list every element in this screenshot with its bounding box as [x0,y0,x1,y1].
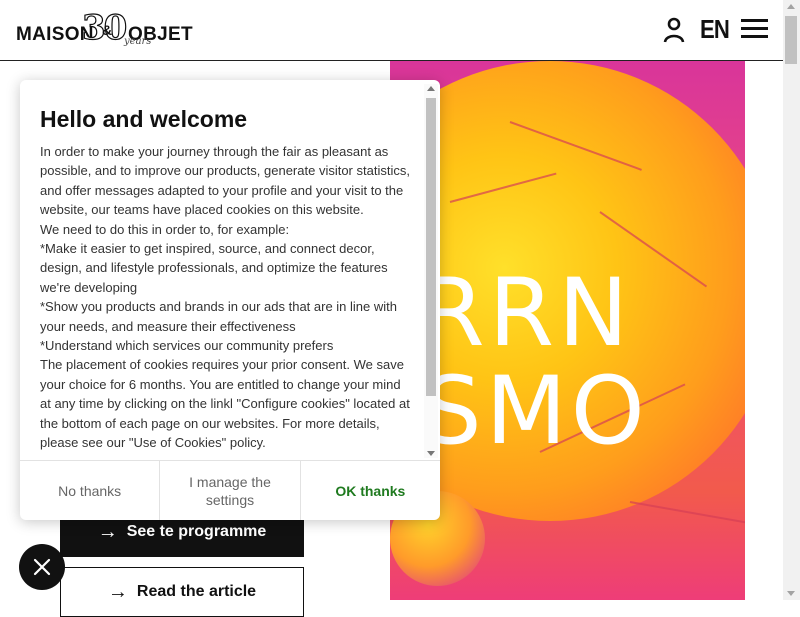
close-icon [33,558,51,576]
scroll-up-arrow-icon[interactable] [787,4,795,9]
user-icon[interactable] [662,17,686,43]
hero-image: ERRN OSMO [390,61,745,600]
page-scroll-thumb[interactable] [785,16,797,64]
cookie-dialog-footer: No thanks I manage the settings OK thank… [20,460,440,520]
cookie-dialog-body: In order to make your journey through th… [40,142,410,453]
cookie-paragraph: *Understand which services our community… [40,338,334,354]
cookie-paragraph: *Make it easier to get inspired, source,… [40,241,388,295]
cookie-dialog-content[interactable]: Hello and welcome In order to make your … [20,80,424,460]
read-article-label: Read the article [136,583,257,600]
cookie-paragraph: The placement of cookies requires your p… [40,357,410,451]
close-button[interactable] [19,544,65,590]
page-scrollbar[interactable] [783,0,800,600]
cookie-dialog-title: Hello and welcome [40,106,248,132]
logo-ampersand: & [102,22,113,38]
site-header: MAISON 30 & OBJET years EN [0,0,783,61]
see-programme-label: See te programme [126,523,267,540]
scroll-down-arrow-icon[interactable] [427,451,435,456]
cookie-paragraph: *Show you products and brands in our ads… [40,299,397,334]
language-selector[interactable]: EN [700,14,730,45]
manage-settings-button[interactable]: I manage the settings [160,461,301,520]
cookie-paragraph: We need to do this in order to, for exam… [40,221,290,237]
cookie-consent-dialog: Hello and welcome In order to make your … [20,80,440,520]
cookie-dialog-scroll-thumb[interactable] [426,98,436,396]
logo-years: years [124,36,152,47]
maison-objet-logo[interactable]: MAISON 30 & OBJET years [16,7,193,50]
cookie-dialog-scrollbar[interactable] [424,84,438,458]
arrow-right-icon: → [107,581,128,603]
hamburger-menu-icon[interactable] [741,19,768,39]
read-article-button[interactable]: → Read the article [60,567,304,617]
scroll-down-arrow-icon[interactable] [787,591,795,596]
ok-thanks-button[interactable]: OK thanks [301,461,440,520]
no-thanks-button[interactable]: No thanks [20,461,161,520]
arrow-right-icon: → [97,521,118,543]
scroll-up-arrow-icon[interactable] [427,86,435,91]
cookie-paragraph: In order to make your journey through th… [40,144,410,218]
